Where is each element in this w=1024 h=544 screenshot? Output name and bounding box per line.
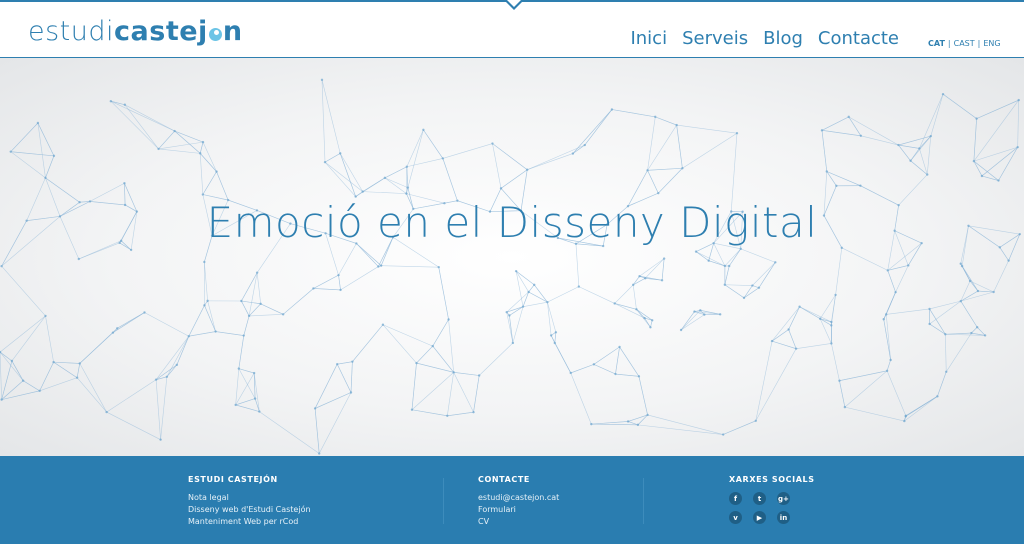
- form-link[interactable]: Formulari: [478, 504, 559, 516]
- site-header: estudi castej n Inici Serveis Blog Conta…: [0, 0, 1024, 58]
- footer-col-contact: CONTACTE estudi@castejon.cat Formulari C…: [478, 475, 559, 528]
- twitter-icon[interactable]: t: [753, 492, 766, 505]
- network-lines: [0, 79, 1021, 454]
- youtube-icon[interactable]: ▶: [753, 511, 766, 524]
- language-switcher: CAT | CAST | ENG: [928, 39, 1001, 48]
- google-plus-icon[interactable]: g+: [777, 492, 790, 505]
- social-icons: f t g+ v ▶ in: [729, 492, 815, 524]
- logo-eye-icon: [208, 28, 222, 41]
- hero-banner: Emoció en el Disseny Digital: [0, 58, 1024, 456]
- main-nav: Inici Serveis Blog Contacte: [630, 28, 899, 49]
- lang-eng[interactable]: ENG: [983, 39, 1000, 48]
- legal-note-link[interactable]: Nota legal: [188, 492, 311, 504]
- cv-link[interactable]: CV: [478, 516, 559, 528]
- network-background: [0, 78, 1021, 455]
- footer-heading-studio: ESTUDI CASTEJÓN: [188, 475, 278, 484]
- nav-serveis[interactable]: Serveis: [682, 28, 748, 49]
- maintenance-link[interactable]: Manteniment Web per rCod: [188, 516, 311, 528]
- footer-col-social: XARXES SOCIALS f t g+ v ▶ in: [729, 475, 815, 524]
- nav-blog[interactable]: Blog: [763, 28, 803, 49]
- network-nodes: [0, 78, 1021, 455]
- footer-col-studio: ESTUDI CASTEJÓN Nota legal Disseny web d…: [188, 475, 311, 528]
- footer-divider: [443, 478, 444, 524]
- logo-text-end: n: [222, 16, 243, 47]
- site-footer: ESTUDI CASTEJÓN Nota legal Disseny web d…: [0, 456, 1024, 544]
- lang-cat[interactable]: CAT: [928, 39, 945, 48]
- footer-divider: [643, 478, 644, 524]
- logo[interactable]: estudi castej n: [28, 16, 243, 47]
- footer-heading-contact: CONTACTE: [478, 475, 530, 484]
- lang-cast[interactable]: CAST: [954, 39, 975, 48]
- footer-heading-social: XARXES SOCIALS: [729, 475, 815, 484]
- nav-contacte[interactable]: Contacte: [818, 28, 899, 49]
- logo-text-light: estudi: [28, 16, 115, 47]
- web-design-link[interactable]: Disseny web d'Estudi Castejón: [188, 504, 311, 516]
- logo-text-bold: castej: [114, 16, 208, 47]
- linkedin-icon[interactable]: in: [777, 511, 790, 524]
- facebook-icon[interactable]: f: [729, 492, 742, 505]
- lang-separator: |: [977, 39, 981, 48]
- lang-separator: |: [947, 39, 951, 48]
- email-link[interactable]: estudi@castejon.cat: [478, 492, 559, 504]
- vimeo-icon[interactable]: v: [729, 511, 742, 524]
- hero-title: Emoció en el Disseny Digital: [206, 198, 818, 247]
- nav-inici[interactable]: Inici: [630, 28, 667, 49]
